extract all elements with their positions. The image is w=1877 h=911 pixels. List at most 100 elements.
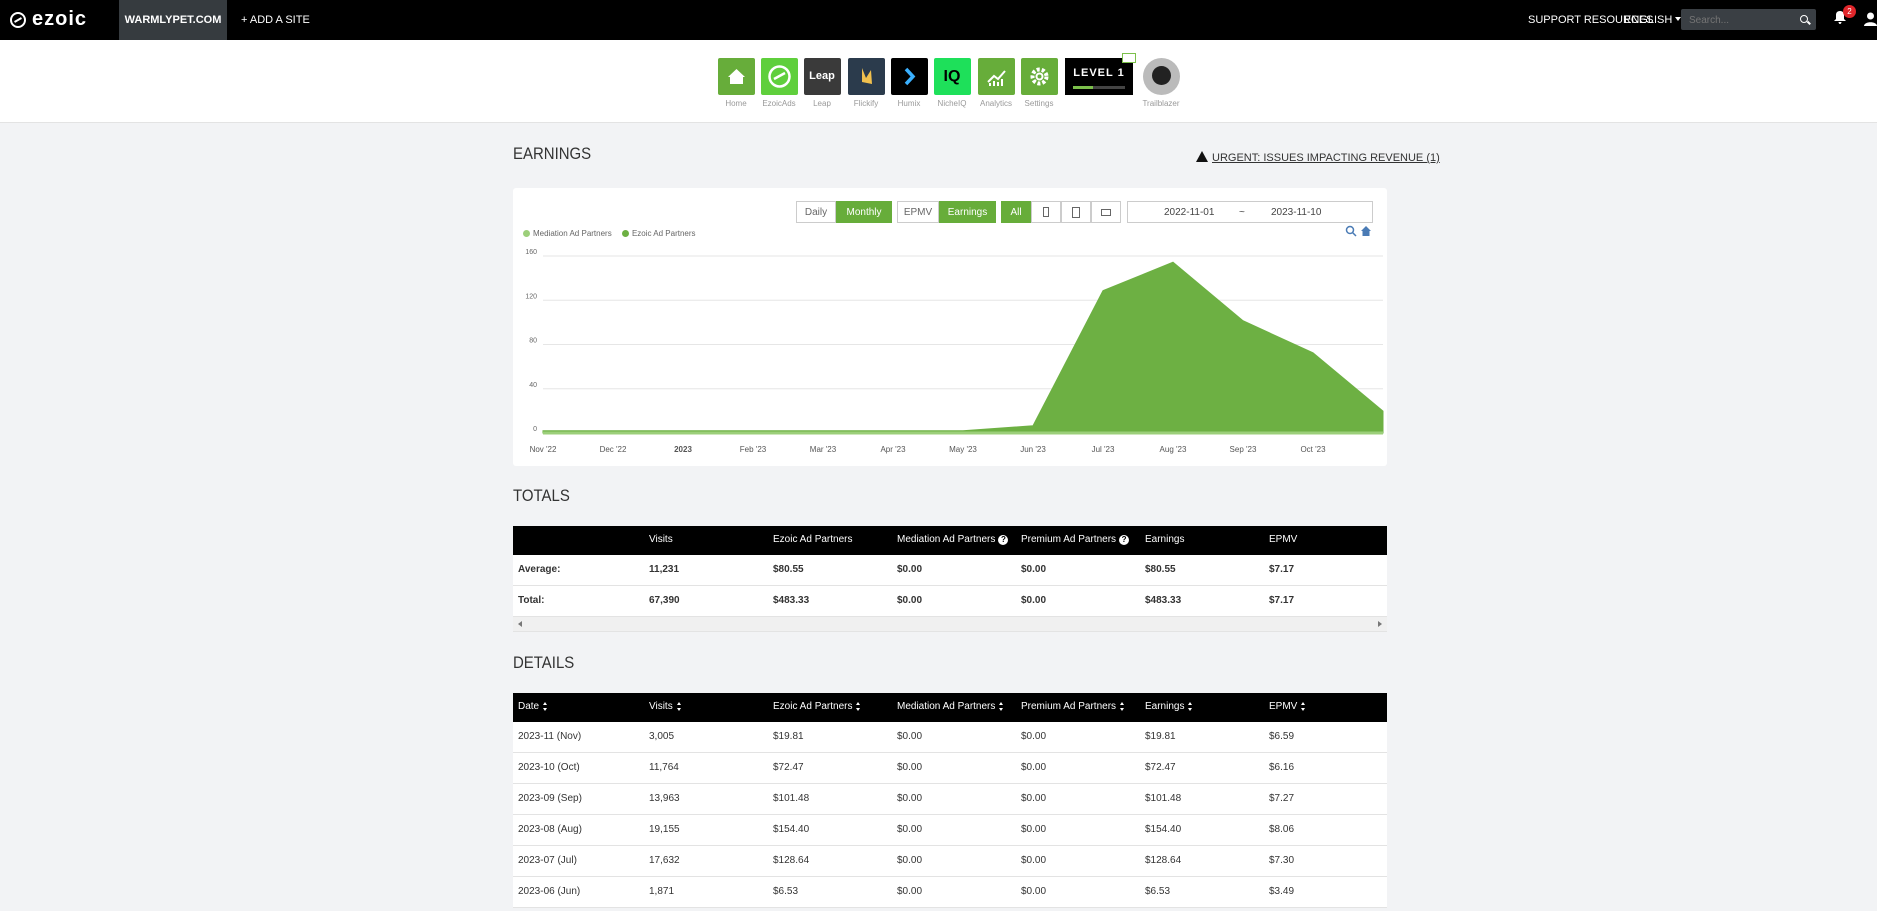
cell: $72.47 bbox=[773, 762, 804, 773]
sort-icon bbox=[999, 702, 1004, 711]
col-header-earnings[interactable]: Earnings bbox=[1145, 701, 1193, 712]
site-tab[interactable]: WARMLYPET.COM bbox=[119, 0, 227, 40]
mobile-button[interactable] bbox=[1031, 201, 1061, 223]
search-box bbox=[1681, 9, 1816, 32]
app-nicheiq[interactable]: IQ NicheIQ bbox=[933, 58, 971, 108]
date-to[interactable]: 2023-11-10 bbox=[1271, 207, 1321, 218]
cell: $128.64 bbox=[1145, 855, 1182, 866]
sort-icon bbox=[1188, 702, 1193, 711]
tablet-button[interactable] bbox=[1061, 201, 1091, 223]
urgent-issues-link[interactable]: URGENT: ISSUES IMPACTING REVENUE (1) bbox=[1196, 151, 1440, 164]
cell: $7.17 bbox=[1269, 595, 1295, 606]
scroll-right-arrow-icon[interactable] bbox=[1378, 621, 1382, 627]
earnings-chart-card: Daily Monthly EPMV Earnings All 2022-11-… bbox=[513, 188, 1387, 466]
col-header-premium[interactable]: Premium Ad Partners bbox=[1021, 701, 1125, 712]
earnings-title: EARNINGS bbox=[513, 144, 592, 163]
y-tick-label: 120 bbox=[525, 293, 537, 300]
scroll-left-arrow-icon[interactable] bbox=[518, 621, 522, 627]
app-settings[interactable]: Settings bbox=[1020, 58, 1058, 108]
daily-button[interactable]: Daily bbox=[796, 201, 836, 223]
ezoicads-icon bbox=[760, 58, 798, 95]
app-label: Settings bbox=[1024, 99, 1054, 108]
date-from[interactable]: 2022-11-01 bbox=[1164, 207, 1214, 218]
cell: $0.00 bbox=[1021, 595, 1047, 606]
cell: $0.00 bbox=[1021, 762, 1047, 773]
cell: 13,963 bbox=[649, 793, 680, 804]
cell: $7.17 bbox=[1269, 564, 1295, 575]
cell: 19,155 bbox=[649, 824, 680, 835]
level-badge[interactable]: LEVEL 1 bbox=[1065, 53, 1136, 95]
col-header-ezoic: Ezoic Ad Partners bbox=[773, 534, 853, 545]
help-icon[interactable]: ? bbox=[998, 535, 1009, 545]
home-icon bbox=[717, 58, 755, 95]
date-range-picker[interactable]: 2022-11-01 ~ 2023-11-10 bbox=[1127, 201, 1373, 223]
add-site-link[interactable]: + ADD A SITE bbox=[241, 0, 310, 40]
cell: $0.00 bbox=[897, 595, 923, 606]
notification-badge: 2 bbox=[1843, 5, 1856, 18]
col-header-label: Date bbox=[518, 701, 540, 712]
legend-item-mediation[interactable]: Mediation Ad Partners bbox=[523, 229, 612, 238]
col-header-epmv[interactable]: EPMV bbox=[1269, 701, 1306, 712]
col-header-earnings: Earnings bbox=[1145, 534, 1185, 545]
mail-icon[interactable] bbox=[1122, 53, 1136, 63]
series-area-1 bbox=[542, 261, 1384, 434]
chart-legend: Mediation Ad Partners Ezoic Ad Partners bbox=[523, 229, 696, 238]
col-header-label: Premium Ad Partners bbox=[1021, 534, 1117, 545]
x-tick-label: Sep '23 bbox=[1230, 445, 1257, 454]
app-trailblazer[interactable]: Trailblazer bbox=[1142, 58, 1180, 108]
sort-icon bbox=[676, 702, 682, 711]
language-dropdown[interactable]: ENGLISH bbox=[1624, 0, 1682, 40]
monthly-button[interactable]: Monthly bbox=[836, 201, 892, 223]
cell: 17,632 bbox=[649, 855, 680, 866]
col-header-label: EPMV bbox=[1269, 701, 1298, 712]
cell: $0.00 bbox=[897, 886, 923, 897]
sort-icon bbox=[543, 702, 548, 711]
cell: $6.16 bbox=[1269, 762, 1295, 773]
analytics-icon bbox=[977, 58, 1015, 95]
earnings-button[interactable]: Earnings bbox=[939, 201, 996, 223]
cell: $7.30 bbox=[1269, 855, 1295, 866]
y-tick-label: 0 bbox=[533, 426, 537, 433]
x-tick-label: 2023 bbox=[674, 445, 692, 454]
date-separator: ~ bbox=[1239, 207, 1245, 218]
user-icon[interactable] bbox=[1864, 12, 1877, 26]
legend-label: Ezoic Ad Partners bbox=[631, 229, 696, 238]
cell: Average: bbox=[518, 564, 561, 575]
level-text: LEVEL 1 bbox=[1073, 67, 1125, 79]
cell: $0.00 bbox=[897, 855, 923, 866]
col-header-ezoic[interactable]: Ezoic Ad Partners bbox=[773, 701, 861, 712]
cell: 2023-11 (Nov) bbox=[518, 731, 582, 742]
app-leap[interactable]: Leap Leap bbox=[803, 58, 841, 108]
urgent-text: URGENT: ISSUES IMPACTING REVENUE (1) bbox=[1212, 152, 1440, 164]
help-icon[interactable]: ? bbox=[1119, 535, 1130, 545]
col-header-mediation[interactable]: Mediation Ad Partners bbox=[897, 701, 1004, 712]
search-icon[interactable] bbox=[1800, 15, 1808, 23]
search-input[interactable] bbox=[1681, 9, 1801, 32]
table-row: 2023-07 (Jul) 17,632 $128.64 $0.00 $0.00 $128… bbox=[513, 846, 1387, 877]
horizontal-scrollbar[interactable] bbox=[513, 617, 1387, 632]
legend-dot bbox=[621, 230, 629, 237]
col-header-visits[interactable]: Visits bbox=[649, 701, 682, 712]
cell: 1,871 bbox=[649, 886, 675, 897]
cell: $7.27 bbox=[1269, 793, 1295, 804]
desktop-button[interactable] bbox=[1091, 201, 1121, 223]
table-row: 2023-08 (Aug) 19,155 $154.40 $0.00 $0.00 $154… bbox=[513, 815, 1387, 846]
cell: 2023-06 (Jun) bbox=[518, 886, 581, 897]
reset-zoom-home-icon[interactable] bbox=[1360, 224, 1372, 236]
cell: $6.53 bbox=[1145, 886, 1171, 897]
leap-icon: Leap bbox=[803, 58, 841, 95]
nicheiq-icon: IQ bbox=[933, 58, 971, 95]
cell: $8.06 bbox=[1269, 824, 1295, 835]
ezoic-logo[interactable]: ezoic bbox=[10, 8, 87, 31]
leap-icon-text: Leap bbox=[809, 70, 835, 82]
ezoic-logo-icon bbox=[10, 12, 26, 28]
cell: $80.55 bbox=[1145, 564, 1176, 575]
details-body: 2023-11 (Nov) 3,005 $19.81 $0.00 $0.00 $19.81… bbox=[513, 722, 1387, 908]
col-header-date[interactable]: Date bbox=[518, 701, 548, 712]
legend-item-ezoic[interactable]: Ezoic Ad Partners bbox=[621, 229, 696, 238]
totals-table: Visits Ezoic Ad Partners Mediation Ad Pa… bbox=[513, 526, 1387, 632]
desktop-icon bbox=[1101, 208, 1111, 216]
all-devices-button[interactable]: All bbox=[1001, 201, 1031, 223]
zoom-icon[interactable] bbox=[1345, 224, 1357, 237]
epmv-button[interactable]: EPMV bbox=[897, 201, 939, 223]
